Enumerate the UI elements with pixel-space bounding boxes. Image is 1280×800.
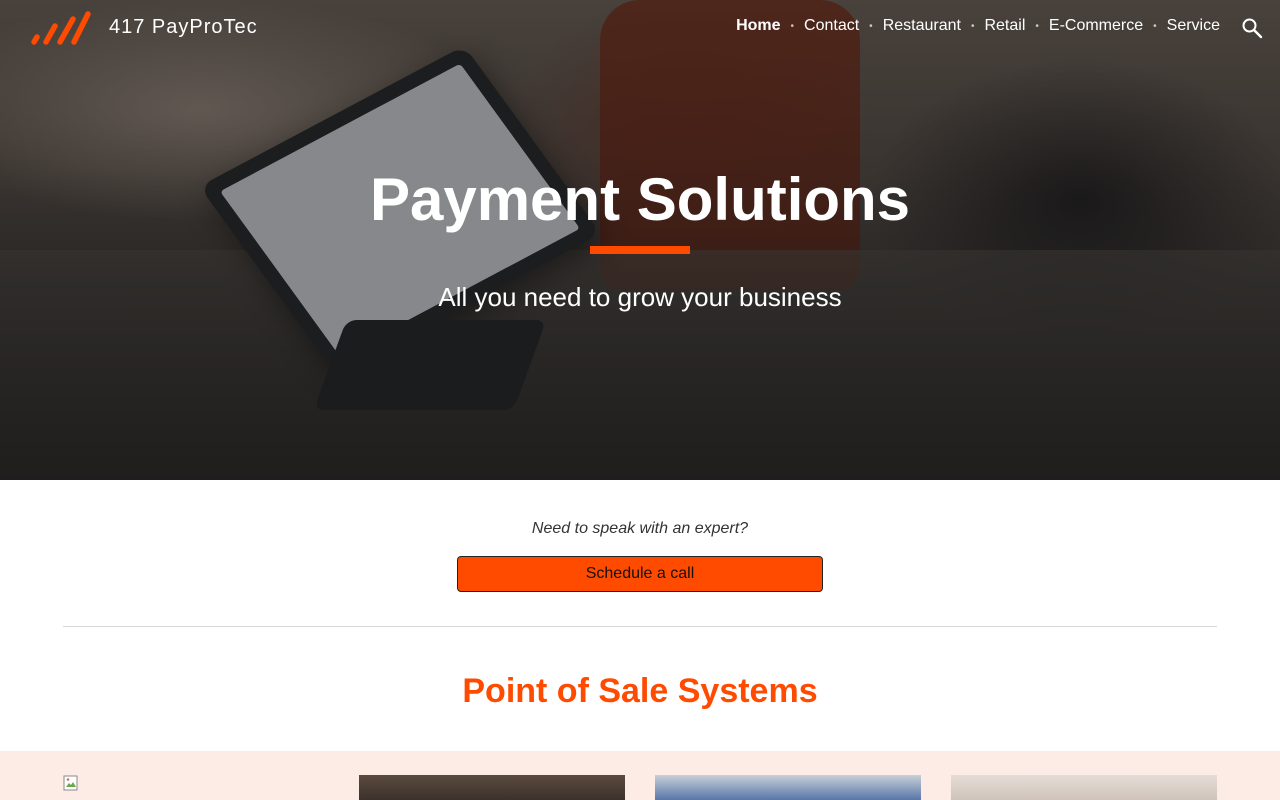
nav-item-restaurant[interactable]: Restaurant bbox=[883, 17, 961, 35]
nav-item-e-commerce[interactable]: E-Commerce bbox=[1049, 17, 1143, 35]
site-header: 417 PayProTec Home • Contact • Restauran… bbox=[0, 0, 1280, 56]
search-icon[interactable] bbox=[1240, 16, 1264, 40]
nav-separator: • bbox=[869, 20, 873, 32]
main-nav: Home • Contact • Restaurant • Retail • E… bbox=[736, 17, 1220, 35]
section-title: Point of Sale Systems bbox=[462, 672, 818, 710]
cta-section: Need to speak with an expert? Schedule a… bbox=[0, 480, 1280, 592]
nav-separator: • bbox=[790, 20, 795, 32]
nav-separator: • bbox=[970, 20, 975, 32]
product-image-card[interactable] bbox=[359, 775, 625, 800]
nav-separator: • bbox=[1035, 20, 1039, 32]
section-divider bbox=[63, 626, 1217, 627]
nav-item-retail[interactable]: Retail bbox=[984, 17, 1025, 35]
nav-item-home[interactable]: Home bbox=[736, 17, 780, 35]
hero-content: Payment Solutions All you need to grow y… bbox=[0, 160, 1280, 313]
broken-image-icon bbox=[63, 775, 78, 791]
product-image-card[interactable] bbox=[655, 775, 921, 800]
hero-subtitle: All you need to grow your business bbox=[438, 282, 842, 312]
hero-banner: Payment Solutions All you need to grow y… bbox=[0, 0, 1280, 480]
product-image-card[interactable] bbox=[951, 775, 1217, 800]
cta-prompt: Need to speak with an expert? bbox=[531, 520, 749, 537]
hero-title: Payment Solutions bbox=[369, 166, 911, 233]
nav-separator: • bbox=[1153, 20, 1157, 32]
hero-title-underline bbox=[590, 246, 690, 254]
schedule-call-button[interactable]: Schedule a call bbox=[457, 556, 823, 592]
nav-item-contact[interactable]: Contact bbox=[804, 17, 859, 35]
site-title[interactable]: 417 PayProTec bbox=[109, 16, 258, 39]
logo-icon[interactable] bbox=[30, 10, 92, 46]
nav-item-service[interactable]: Service bbox=[1167, 17, 1220, 35]
